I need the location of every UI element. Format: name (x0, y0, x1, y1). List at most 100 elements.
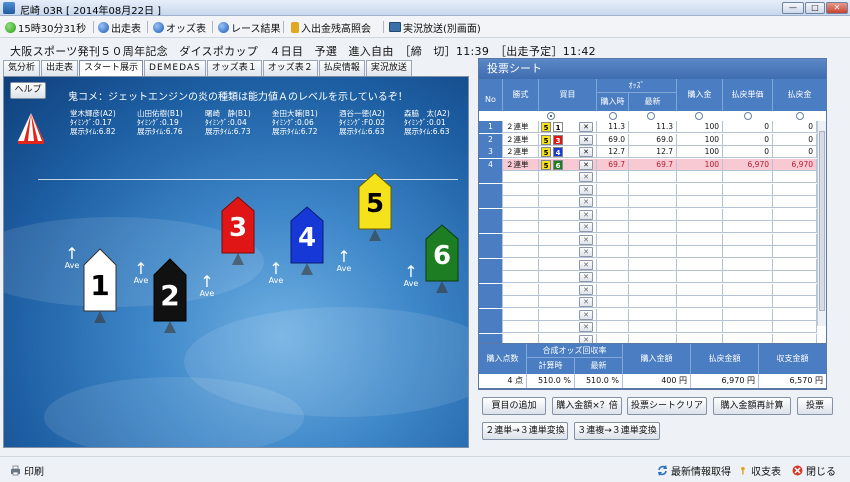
row-shiki (503, 233, 539, 246)
toolbar-live-broadcast-button[interactable]: 実況放送(別画面) (389, 20, 481, 35)
delete-row-button[interactable]: ✕ (579, 259, 593, 270)
tab-demedas[interactable]: DEMEDAS (144, 60, 206, 76)
tab-kibunseki[interactable]: 気分析 (3, 60, 41, 76)
row-harai (773, 321, 817, 333)
convert-3renpuku-button[interactable]: ３連複→３連単変換 (574, 422, 660, 440)
print-button[interactable]: 印刷 (10, 463, 44, 478)
sort-radio-tanka[interactable] (744, 112, 752, 120)
window-title: 尼崎 03R [ 2014年08月22日 ] (20, 6, 162, 17)
row-tanka (723, 308, 773, 321)
maximize-button[interactable]: □ (805, 2, 825, 14)
row-tanka: 0 (723, 146, 773, 158)
tab-jikkyou[interactable]: 実況放送 (365, 60, 412, 76)
help-button[interactable]: ヘルプ (10, 82, 46, 99)
toolbar-result-button[interactable]: レース結果 (218, 20, 281, 35)
lane-badge: 4 (553, 147, 563, 157)
delete-row-button[interactable]: ✕ (579, 272, 593, 282)
tab-odds2[interactable]: オッズ表２ (262, 60, 318, 76)
total-harai: 6,970 円 (691, 374, 759, 388)
tv-icon (389, 22, 401, 32)
table-row: ✕ (479, 171, 817, 183)
close-button[interactable]: 閉じる (792, 463, 836, 478)
betting-sheet-scrollbar[interactable] (817, 121, 826, 326)
toolbar-shussou-button[interactable]: 出走表 (98, 20, 141, 35)
ave-marker-2: ↑ Ave (133, 259, 149, 286)
row-o1 (597, 296, 629, 308)
delete-row-button[interactable]: ✕ (579, 172, 593, 182)
total-shushi: 6,570 円 (789, 376, 823, 385)
delete-row-button[interactable]: ✕ (579, 322, 593, 332)
tab-odds1[interactable]: オッズ表１ (206, 60, 262, 76)
recalc-amount-button[interactable]: 購入金額再計算 (713, 397, 791, 415)
delete-row-button[interactable]: ✕ (579, 309, 593, 320)
row-number (479, 208, 503, 221)
clock-status-icon (5, 21, 16, 33)
delete-row-button[interactable]: ✕ (579, 222, 593, 232)
tab-start-tenji[interactable]: スタート展示 (79, 60, 144, 77)
row-tanka: 0 (723, 121, 773, 133)
row-o1 (597, 221, 629, 233)
sort-radio-haraimodoshi[interactable] (796, 112, 804, 120)
toolbar-balance-inquiry-button[interactable]: 入出金残高照会 (291, 20, 371, 35)
table-row: 4 ２連単 5 6 ✕ 69.7 69.7 100 6,970 6,970 (479, 158, 817, 171)
clear-sheet-button[interactable]: 投票シートクリア (627, 397, 707, 415)
row-harai (773, 283, 817, 296)
row-kin: 100 (677, 121, 723, 133)
row-kin: 100 (677, 133, 723, 146)
row-o1 (597, 308, 629, 321)
delete-row-button[interactable]: ✕ (579, 209, 593, 220)
refresh-button[interactable]: 最新情報取得 (657, 463, 731, 478)
oni-comment: 鬼コメ：ジェットエンジンの炎の種類は能力値Ａのレベルを示しているぞ！ (68, 92, 408, 103)
add-kaime-button[interactable]: 買目の追加 (482, 397, 546, 415)
row-kin (677, 283, 723, 296)
table-row: ✕ (479, 233, 817, 246)
delete-row-button[interactable]: ✕ (579, 159, 593, 170)
row-shiki (503, 171, 539, 183)
table-row: 1 ２連単 5 1 ✕ 11.3 11.3 100 0 0 (479, 121, 817, 133)
scrollbar-thumb[interactable] (819, 131, 825, 311)
row-kaime: ✕ (539, 221, 597, 233)
minimize-button[interactable]: — (782, 2, 804, 14)
balance-sheet-button[interactable]: 収支表 (740, 463, 781, 478)
row-harai (773, 233, 817, 246)
row-o2 (629, 221, 677, 233)
sort-radio-saishin[interactable] (647, 112, 655, 120)
row-harai: 0 (773, 133, 817, 146)
tab-shussou[interactable]: 出走表 (41, 60, 79, 76)
row-harai (773, 196, 817, 208)
row-o2 (629, 208, 677, 221)
delete-row-button[interactable]: ✕ (579, 147, 593, 157)
row-o2: 69.0 (629, 133, 677, 146)
vote-button[interactable]: 投票 (797, 397, 833, 415)
delete-row-button[interactable]: ✕ (579, 184, 593, 195)
close-window-button[interactable]: ✕ (826, 2, 848, 14)
delete-row-button[interactable]: ✕ (579, 234, 593, 245)
sort-radio-kounyukin[interactable] (695, 112, 703, 120)
ave-marker-6: ↑ Ave (403, 262, 419, 289)
row-harai (773, 221, 817, 233)
delete-row-button[interactable]: ✕ (579, 134, 593, 145)
row-shiki (503, 196, 539, 208)
toolbar-odds-button[interactable]: オッズ表 (153, 20, 206, 35)
boat-5: 5 (357, 171, 393, 247)
sort-radio-kaime[interactable] (547, 112, 555, 120)
delete-row-button[interactable]: ✕ (579, 197, 593, 207)
row-o1 (597, 196, 629, 208)
key-icon (741, 466, 745, 474)
sort-radio-kounyuji[interactable] (609, 112, 617, 120)
boat-3: 3 (220, 195, 256, 271)
table-row: ✕ (479, 296, 817, 308)
total-odds-keisanji: 510.0 % (527, 374, 575, 388)
row-o2 (629, 321, 677, 333)
row-o1: 69.0 (597, 133, 629, 146)
lane-badge: 5 (541, 134, 551, 145)
multiply-amount-button[interactable]: 購入金額×？倍 (552, 397, 622, 415)
row-kaime: ✕ (539, 283, 597, 296)
delete-row-button[interactable]: ✕ (579, 284, 593, 295)
delete-row-button[interactable]: ✕ (579, 247, 593, 257)
convert-2rentan-button[interactable]: ２連単→３連単変換 (482, 422, 568, 440)
delete-row-button[interactable]: ✕ (579, 297, 593, 307)
tab-haraimodoshi[interactable]: 払戻情報 (318, 60, 365, 76)
delete-row-button[interactable]: ✕ (579, 122, 593, 132)
sort-radio-row (479, 111, 826, 121)
